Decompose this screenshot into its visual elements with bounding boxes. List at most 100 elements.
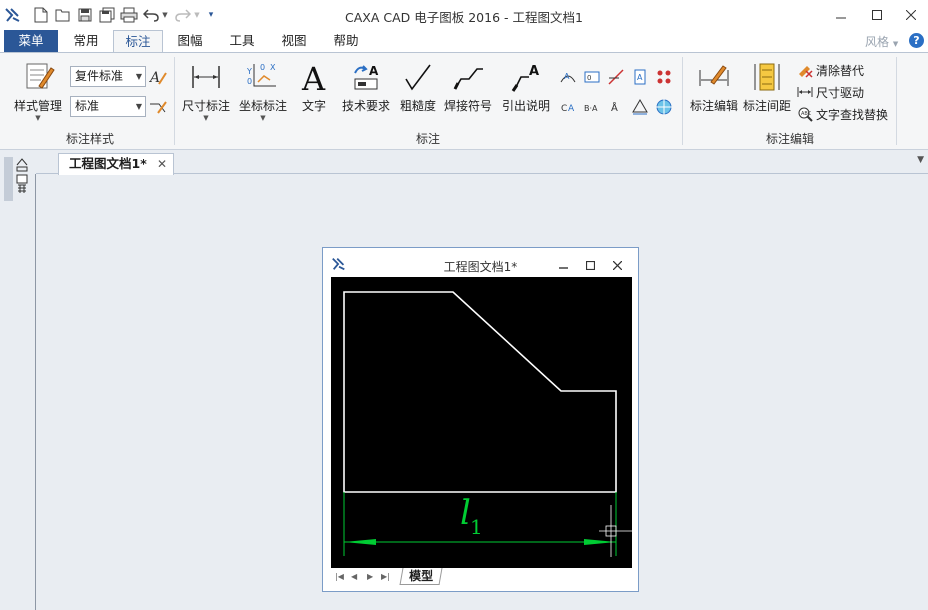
leader-note-button[interactable]: A 引出说明	[500, 59, 552, 114]
weld-symbol-button[interactable]: 焊接符号	[442, 59, 494, 114]
document-tab-strip: 工程图文档1* ✕ ▼	[36, 151, 928, 175]
child-minimize-icon[interactable]	[555, 257, 571, 273]
maximize-icon[interactable]	[866, 5, 888, 25]
style-manage-button[interactable]: 样式管理 ▼	[10, 59, 66, 122]
center-mark-icon[interactable]	[654, 97, 674, 117]
dim-edit-button[interactable]: 标注编辑	[688, 59, 740, 114]
drawing-canvas[interactable]: l 1	[331, 277, 632, 568]
style-manage-icon	[10, 59, 66, 95]
roughness-button[interactable]: 粗糙度	[398, 59, 438, 114]
text-style-icon[interactable]: A	[148, 67, 168, 87]
dimension-label: 尺寸标注	[181, 99, 230, 113]
layout-tab-bar: |◀ ◀ ▶ ▶| 模型	[331, 568, 632, 586]
help-icon[interactable]: ?	[909, 33, 924, 48]
text-find-replace-button[interactable]: ABC 文字查找替换	[796, 104, 888, 124]
save-all-icon[interactable]	[98, 6, 116, 24]
prev-layout-icon[interactable]: ◀	[351, 572, 357, 581]
hole-pattern-icon[interactable]	[654, 67, 674, 87]
undo-dropdown-icon[interactable]: ▼	[160, 6, 170, 24]
weld-symbol-icon	[442, 59, 494, 95]
menu-button[interactable]: 菜单	[4, 30, 58, 52]
group-label-style: 标注样式	[65, 132, 114, 146]
clear-override-button[interactable]: 清除替代	[796, 60, 864, 80]
last-layout-icon[interactable]: ▶|	[381, 572, 390, 581]
dim-spacing-button[interactable]: 标注间距	[742, 59, 792, 114]
minimize-icon[interactable]	[830, 5, 852, 25]
text-style-select[interactable]: 标准 ▼	[70, 96, 146, 117]
ribbon: 样式管理 ▼ 复件标准 ▼ A 标准 ▼ 标注样式 尺寸标注 ▼ 0XY0 坐标…	[0, 52, 928, 150]
child-maximize-icon[interactable]	[582, 257, 598, 273]
tab-common[interactable]: 常用	[66, 30, 106, 53]
document-tab[interactable]: 工程图文档1* ✕	[58, 153, 174, 175]
group-label-annotate: 标注	[415, 132, 440, 146]
undo-icon[interactable]	[142, 6, 160, 24]
dim-style-value: 复件标准	[75, 69, 124, 83]
chamfer-dim-icon[interactable]: CA	[558, 97, 578, 117]
weld-symbol-label: 焊接符号	[443, 99, 492, 113]
group-separator	[682, 57, 683, 145]
model-tab[interactable]: 模型	[399, 568, 443, 585]
svg-text:0: 0	[260, 63, 265, 72]
chevron-down-icon: ▼	[135, 102, 142, 111]
dim-spacing-label: 标注间距	[742, 99, 791, 113]
roughness-icon	[398, 59, 438, 95]
triangle-text-icon[interactable]	[630, 97, 650, 117]
dim-text-box-icon[interactable]: 0	[582, 67, 602, 87]
svg-text:Y: Y	[246, 67, 252, 76]
dim-drive-label: 尺寸驱动	[816, 85, 865, 100]
tab-view[interactable]: 视图	[274, 30, 314, 53]
title-bar: ▼ ▼ ▾ CAXA CAD 电子图板 2016 - 工程图文档1	[0, 0, 928, 30]
svg-text:ABC: ABC	[801, 111, 812, 117]
dimension-button[interactable]: 尺寸标注 ▼	[180, 59, 232, 122]
first-layout-icon[interactable]: |◀	[335, 572, 344, 581]
dim-arrow-left	[344, 539, 376, 545]
document-tab-label: 工程图文档1*	[69, 156, 147, 171]
svg-text:A: A	[568, 104, 575, 114]
text-frame-icon[interactable]: A	[630, 67, 650, 87]
open-icon[interactable]	[54, 6, 72, 24]
tech-requirements-button[interactable]: A 技术要求	[340, 59, 392, 114]
clear-override-label: 清除替代	[816, 63, 865, 78]
tab-help[interactable]: 帮助	[326, 30, 366, 53]
tab-tools[interactable]: 工具	[222, 30, 262, 53]
svg-text:A: A	[529, 64, 539, 79]
tab-list-dropdown-icon[interactable]: ▼	[917, 155, 924, 165]
dim-drive-button[interactable]: 尺寸驱动	[796, 82, 864, 102]
style-manage-label: 样式管理	[13, 99, 62, 113]
leader-style-icon[interactable]	[148, 97, 168, 117]
document-window-titlebar[interactable]: 工程图文档1*	[323, 248, 638, 278]
style-menu[interactable]: 风格 ▼	[865, 33, 898, 50]
style-manage-dropdown-icon: ▼	[35, 114, 41, 122]
left-panel-grip[interactable]	[4, 157, 13, 201]
dimension-dropdown-icon: ▼	[203, 114, 209, 122]
close-tab-icon[interactable]: ✕	[157, 154, 167, 174]
text-button[interactable]: A 文字	[296, 59, 332, 114]
save-icon[interactable]	[76, 6, 94, 24]
redo-icon[interactable]	[174, 6, 192, 24]
child-close-icon[interactable]	[609, 257, 625, 273]
layer-panel-icon[interactable]	[15, 157, 29, 193]
coordinate-dim-button[interactable]: 0XY0 坐标标注 ▼	[236, 59, 290, 122]
close-icon[interactable]	[900, 5, 922, 25]
tab-annotation[interactable]: 标注	[113, 30, 163, 53]
symbol-text-icon[interactable]: Å	[606, 97, 626, 117]
print-icon[interactable]	[120, 6, 138, 24]
customize-icon[interactable]: ▾	[204, 6, 218, 24]
new-icon[interactable]	[32, 6, 50, 24]
next-layout-icon[interactable]: ▶	[367, 572, 373, 581]
svg-text:0: 0	[247, 77, 252, 86]
svg-text:A: A	[564, 72, 570, 81]
redo-dropdown-icon[interactable]: ▼	[192, 6, 202, 24]
dim-style-select[interactable]: 复件标准 ▼	[70, 66, 146, 87]
window-title: CAXA CAD 电子图板 2016 - 工程图文档1	[345, 10, 583, 25]
arc-text-icon[interactable]: A	[558, 67, 578, 87]
angle-dim-icon[interactable]	[606, 67, 626, 87]
app-logo-icon[interactable]	[4, 6, 22, 24]
svg-text:A: A	[637, 73, 643, 82]
leader-note-label: 引出说明	[501, 99, 550, 113]
tab-sheet[interactable]: 图幅	[170, 30, 210, 53]
datum-icon[interactable]: B·A	[582, 97, 602, 117]
clear-override-icon	[796, 61, 814, 79]
group-label-edit: 标注编辑	[765, 132, 814, 146]
group-separator	[174, 57, 175, 145]
